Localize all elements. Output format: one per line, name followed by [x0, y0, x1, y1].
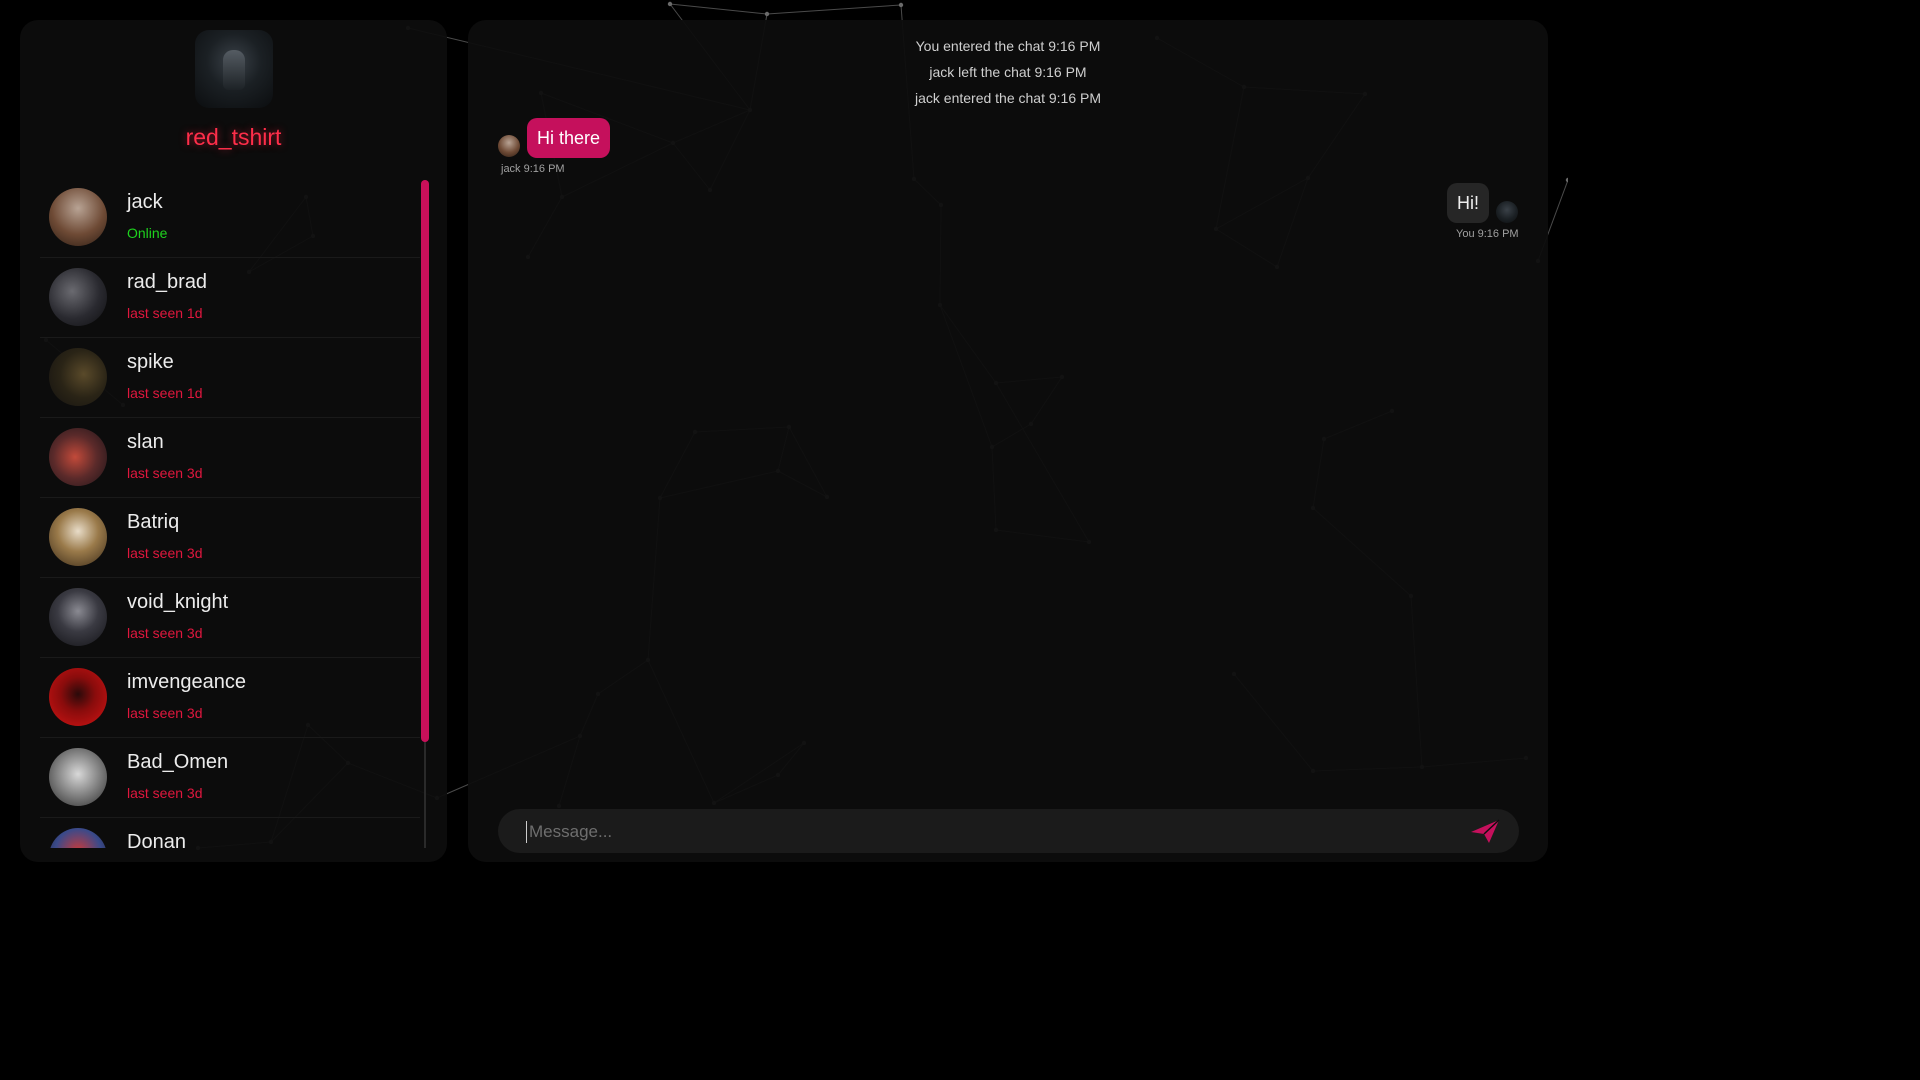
profile-username: red_tshirt — [185, 124, 282, 150]
outgoing-message-bubble: Hi! — [1447, 183, 1489, 223]
avatar — [49, 188, 107, 246]
avatar — [49, 668, 107, 726]
contact-item-spike[interactable]: spike last seen 1d — [40, 338, 420, 418]
contact-item-slan[interactable]: slan last seen 3d — [40, 418, 420, 498]
contacts-sidebar: red_tshirt jack Online rad_brad last see… — [20, 20, 447, 862]
contact-status: last seen 1d — [127, 305, 203, 321]
contact-name: Bad_Omen — [127, 751, 229, 773]
contact-item-batriq[interactable]: Batriq last seen 3d — [40, 498, 420, 578]
contact-name: spike — [127, 351, 174, 373]
contact-name: imvengeance — [127, 671, 246, 693]
contacts-scrollbar-thumb[interactable] — [421, 180, 429, 742]
avatar — [49, 428, 107, 486]
contact-status: Online — [127, 225, 168, 241]
network-node — [667, 1, 673, 7]
contact-status: last seen 3d — [127, 625, 203, 641]
avatar — [49, 748, 107, 806]
system-message: jack entered the chat 9:16 PM — [915, 90, 1101, 106]
profile-avatar[interactable] — [195, 30, 273, 108]
contact-status: last seen 3d — [127, 545, 203, 561]
network-line — [669, 3, 768, 15]
contact-item-bad-omen[interactable]: Bad_Omen last seen 3d — [40, 738, 420, 818]
message-meta: You 9:16 PM — [1456, 228, 1519, 240]
paper-plane-icon[interactable] — [1469, 817, 1501, 845]
contact-name: void_knight — [127, 591, 229, 613]
network-node — [898, 2, 904, 8]
system-message: You entered the chat 9:16 PM — [915, 38, 1101, 54]
contact-status: last seen 3d — [127, 705, 203, 721]
own-avatar — [1496, 201, 1518, 223]
contact-item-void-knight[interactable]: void_knight last seen 3d — [40, 578, 420, 658]
incoming-message-bubble: Hi there — [527, 118, 611, 158]
contacts-list: jack Online rad_brad last seen 1d spike … — [40, 178, 420, 848]
contact-item-rad-brad[interactable]: rad_brad last seen 1d — [40, 258, 420, 338]
avatar — [49, 828, 107, 848]
contact-name: jack — [127, 191, 163, 213]
network-line — [766, 4, 902, 15]
avatar — [49, 588, 107, 646]
system-message: jack left the chat 9:16 PM — [929, 64, 1087, 80]
sender-avatar — [498, 135, 520, 157]
avatar — [49, 268, 107, 326]
contact-name: rad_brad — [127, 271, 208, 293]
contact-item-imvengeance[interactable]: imvengeance last seen 3d — [40, 658, 420, 738]
contact-name: slan — [127, 431, 164, 453]
avatar — [49, 508, 107, 566]
contact-name: Donan — [127, 831, 186, 848]
contact-item-jack[interactable]: jack Online — [40, 178, 420, 258]
chat-panel: You entered the chat 9:16 PM jack left t… — [468, 20, 1548, 862]
avatar-figure-icon — [223, 50, 245, 90]
message-meta: jack 9:16 PM — [501, 163, 565, 175]
contact-status: last seen 3d — [127, 785, 203, 801]
network-node — [1565, 177, 1568, 183]
message-composer — [498, 809, 1519, 853]
message-input[interactable] — [526, 821, 1451, 843]
contact-name: Batriq — [127, 511, 180, 533]
contact-status: last seen 3d — [127, 465, 203, 481]
avatar — [49, 348, 107, 406]
contact-item-donan[interactable]: Donan — [40, 818, 420, 848]
contact-status: last seen 1d — [127, 385, 203, 401]
network-node — [764, 11, 770, 17]
